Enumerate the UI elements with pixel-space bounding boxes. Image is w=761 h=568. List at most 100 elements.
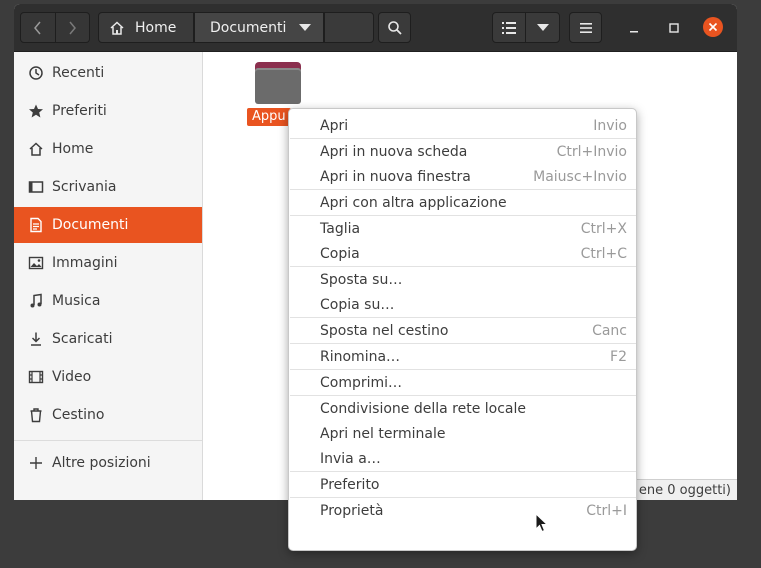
sidebar-item-label: Recenti <box>52 65 105 81</box>
menu-item-label: Invia a… <box>320 451 381 467</box>
view-list-button[interactable] <box>492 12 526 43</box>
menu-item-label: Condivisione della rete locale <box>320 401 527 417</box>
back-button[interactable] <box>20 12 56 43</box>
breadcrumb-documenti[interactable]: Documenti <box>194 12 324 43</box>
menu-separator <box>290 471 636 472</box>
menu-item-label: Apri nel terminale <box>320 426 446 442</box>
headerbar: Home Documenti <box>14 4 737 52</box>
menu-item-label: Apri in nuova scheda <box>320 144 468 160</box>
close-icon <box>708 22 718 32</box>
menu-item-preferito[interactable]: Preferito <box>289 473 636 497</box>
folder-icon[interactable] <box>255 62 301 104</box>
search-icon <box>387 20 402 35</box>
music-icon <box>26 291 46 311</box>
sidebar-item-musica[interactable]: Musica <box>14 283 202 319</box>
menu-item-label: Proprietà <box>320 503 384 519</box>
menu-separator <box>290 317 636 318</box>
plus-icon <box>26 453 46 473</box>
menu-item-comprimi[interactable]: Comprimi… <box>289 371 636 395</box>
menu-item-label: Apri in nuova finestra <box>320 169 471 185</box>
menu-item-apri[interactable]: Apri Invio <box>289 114 636 138</box>
chevron-left-icon <box>33 21 41 34</box>
menu-separator <box>290 343 636 344</box>
folder-name-label[interactable]: Appu <box>247 108 291 126</box>
sidebar-item-label: Altre posizioni <box>52 455 151 471</box>
chevron-down-icon <box>299 24 311 31</box>
menu-separator <box>290 497 636 498</box>
mouse-pointer-icon <box>535 513 549 533</box>
sidebar-item-altre-posizioni[interactable]: Altre posizioni <box>14 445 202 481</box>
sidebar: Recenti Preferiti Home Scrivania Documen… <box>14 52 203 500</box>
menu-item-apri-con-altra-applicazione[interactable]: Apri con altra applicazione <box>289 191 636 215</box>
menu-separator <box>290 266 636 267</box>
sidebar-item-scaricati[interactable]: Scaricati <box>14 321 202 357</box>
star-icon <box>26 101 46 121</box>
hamburger-menu-icon <box>579 22 592 33</box>
sidebar-item-label: Preferiti <box>52 103 107 119</box>
desktop-icon <box>26 177 46 197</box>
menu-item-apri-nuova-finestra[interactable]: Apri in nuova finestra Maiusc+Invio <box>289 165 636 189</box>
menu-item-accelerator: Maiusc+Invio <box>533 169 627 185</box>
sidebar-item-label: Home <box>52 141 94 157</box>
menu-item-accelerator: Ctrl+X <box>580 221 627 237</box>
search-button[interactable] <box>378 12 411 43</box>
menu-item-sposta-nel-cestino[interactable]: Sposta nel cestino Canc <box>289 319 636 343</box>
minimize-button[interactable] <box>626 20 642 36</box>
menu-item-rinomina[interactable]: Rinomina… F2 <box>289 345 636 369</box>
menu-item-apri-nel-terminale[interactable]: Apri nel terminale <box>289 422 636 446</box>
sidebar-item-documenti[interactable]: Documenti <box>14 207 202 243</box>
breadcrumb: Home Documenti <box>98 12 374 43</box>
video-icon <box>26 367 46 387</box>
breadcrumb-current-label: Documenti <box>210 19 287 36</box>
sidebar-item-video[interactable]: Video <box>14 359 202 395</box>
sidebar-item-preferiti[interactable]: Preferiti <box>14 93 202 129</box>
menu-item-taglia[interactable]: Taglia Ctrl+X <box>289 217 636 241</box>
sidebar-item-recenti[interactable]: Recenti <box>14 55 202 91</box>
close-button[interactable] <box>703 17 723 37</box>
menu-item-condivisione-rete-locale[interactable]: Condivisione della rete locale <box>289 397 636 421</box>
sidebar-item-label: Musica <box>52 293 101 309</box>
view-options-button[interactable] <box>525 12 560 43</box>
chevron-right-icon <box>69 21 77 34</box>
menu-item-label: Copia <box>320 246 360 262</box>
sidebar-item-label: Video <box>52 369 92 385</box>
image-icon <box>26 253 46 273</box>
menu-item-proprieta[interactable]: Proprietà Ctrl+I <box>289 499 636 523</box>
main-menu-button[interactable] <box>569 12 602 43</box>
breadcrumb-home[interactable]: Home <box>98 12 194 43</box>
menu-separator <box>290 138 636 139</box>
menu-item-accelerator: F2 <box>610 349 627 365</box>
sidebar-item-home[interactable]: Home <box>14 131 202 167</box>
sidebar-item-label: Documenti <box>52 217 129 233</box>
document-icon <box>26 215 46 235</box>
menu-item-label: Apri <box>320 118 349 134</box>
status-bar: ene 0 oggetti) <box>629 479 737 500</box>
maximize-button[interactable] <box>666 20 682 36</box>
sidebar-item-label: Scaricati <box>52 331 113 347</box>
menu-separator <box>290 369 636 370</box>
menu-item-sposta-su[interactable]: Sposta su… <box>289 268 636 292</box>
menu-separator <box>290 395 636 396</box>
home-icon <box>110 20 124 35</box>
menu-separator <box>290 189 636 190</box>
menu-separator <box>290 215 636 216</box>
menu-item-copia[interactable]: Copia Ctrl+C <box>289 242 636 266</box>
menu-item-invia-a[interactable]: Invia a… <box>289 447 636 471</box>
menu-item-label: Preferito <box>320 477 380 493</box>
forward-button[interactable] <box>55 12 90 43</box>
sidebar-item-scrivania[interactable]: Scrivania <box>14 169 202 205</box>
menu-item-accelerator: Invio <box>593 118 627 134</box>
breadcrumb-empty-segment <box>324 12 374 43</box>
menu-item-accelerator: Ctrl+I <box>586 503 627 519</box>
sidebar-item-immagini[interactable]: Immagini <box>14 245 202 281</box>
download-icon <box>26 329 46 349</box>
clock-icon <box>26 63 46 83</box>
sidebar-item-label: Immagini <box>52 255 118 271</box>
menu-item-label: Sposta su… <box>320 272 403 288</box>
sidebar-item-cestino[interactable]: Cestino <box>14 397 202 433</box>
menu-item-apri-nuova-scheda[interactable]: Apri in nuova scheda Ctrl+Invio <box>289 140 636 164</box>
menu-item-accelerator: Ctrl+C <box>580 246 627 262</box>
menu-item-copia-su[interactable]: Copia su… <box>289 293 636 317</box>
minimize-icon <box>630 31 638 33</box>
trash-icon <box>26 405 46 425</box>
